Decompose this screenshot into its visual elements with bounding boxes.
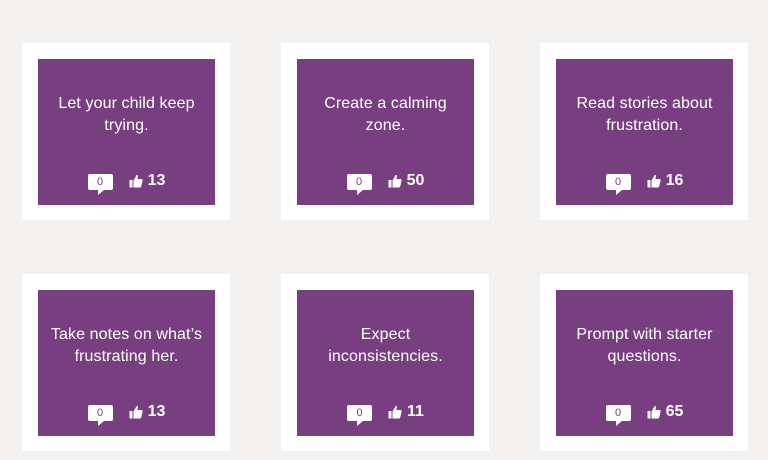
tips-grid: Let your child keep trying. 0 13 Create … <box>0 0 768 460</box>
comment-count: 0 <box>615 407 622 419</box>
like-button[interactable]: 11 <box>388 404 424 420</box>
thumbs-up-icon <box>129 405 143 419</box>
tip-stats: 0 50 <box>297 169 474 195</box>
tip-stats: 0 13 <box>38 169 215 195</box>
comment-icon[interactable]: 0 <box>605 405 631 426</box>
tip-card-frame: Let your child keep trying. 0 13 <box>22 43 230 220</box>
like-count: 16 <box>665 172 684 189</box>
tip-title: Read stories about frustration. <box>576 95 713 134</box>
like-button[interactable]: 13 <box>129 172 166 189</box>
tip-card[interactable]: Prompt with starter questions. 0 65 <box>556 290 733 436</box>
comment-icon[interactable]: 0 <box>87 174 113 195</box>
like-button[interactable]: 16 <box>647 172 684 189</box>
tip-title: Create a calming zone. <box>324 95 447 134</box>
thumbs-up-icon <box>647 405 661 419</box>
like-count: 50 <box>406 172 425 189</box>
tip-stats: 0 11 <box>297 400 474 426</box>
like-button[interactable]: 50 <box>388 172 425 189</box>
tip-card[interactable]: Let your child keep trying. 0 13 <box>38 59 215 205</box>
tip-card[interactable]: Create a calming zone. 0 50 <box>297 59 474 205</box>
tip-card-frame: Take notes on what’s frustrating her. 0 … <box>22 274 230 451</box>
tip-card-frame: Prompt with starter questions. 0 65 <box>540 274 748 451</box>
tip-title: Let your child keep trying. <box>58 95 195 134</box>
tip-title: Expect inconsistencies. <box>328 326 443 365</box>
comment-icon[interactable]: 0 <box>87 405 113 426</box>
like-button[interactable]: 13 <box>129 403 166 420</box>
comment-icon[interactable]: 0 <box>347 405 373 426</box>
comment-count: 0 <box>97 176 104 188</box>
comment-count: 0 <box>356 407 363 419</box>
like-count: 65 <box>665 403 684 420</box>
tip-stats: 0 13 <box>38 400 215 426</box>
thumbs-up-icon <box>129 174 143 188</box>
like-button[interactable]: 65 <box>647 403 684 420</box>
tip-title: Take notes on what’s frustrating her. <box>50 326 203 365</box>
like-count: 13 <box>147 403 166 420</box>
comment-count: 0 <box>356 176 363 188</box>
comment-count: 0 <box>615 176 622 188</box>
tip-card[interactable]: Read stories about frustration. 0 16 <box>556 59 733 205</box>
comment-icon[interactable]: 0 <box>346 174 372 195</box>
like-count: 11 <box>407 403 424 420</box>
tip-card-frame: Create a calming zone. 0 50 <box>281 43 489 220</box>
comment-icon[interactable]: 0 <box>605 174 631 195</box>
tip-card-frame: Expect inconsistencies. 0 11 <box>281 274 489 451</box>
thumbs-up-icon <box>388 174 402 188</box>
tip-title: Prompt with starter questions. <box>576 326 713 365</box>
comment-count: 0 <box>97 407 104 419</box>
like-count: 13 <box>147 172 166 189</box>
tip-card[interactable]: Expect inconsistencies. 0 11 <box>297 290 474 436</box>
tip-stats: 0 65 <box>556 400 733 426</box>
thumbs-up-icon <box>647 174 661 188</box>
tip-card[interactable]: Take notes on what’s frustrating her. 0 … <box>38 290 215 436</box>
tip-stats: 0 16 <box>556 169 733 195</box>
thumbs-up-icon <box>388 405 402 419</box>
tip-card-frame: Read stories about frustration. 0 16 <box>540 43 748 220</box>
